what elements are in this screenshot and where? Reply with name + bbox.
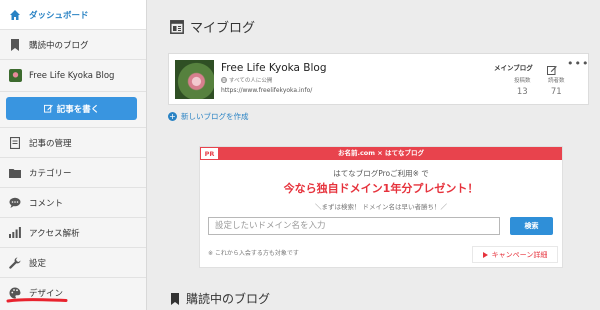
pr-tag: PR <box>200 147 219 160</box>
reading-blogs-title: 購読中のブログ <box>186 292 271 306</box>
sidebar-item-label: コメント <box>29 198 64 209</box>
sidebar-item-blog[interactable]: Free Life Kyoka Blog <box>0 60 146 92</box>
sidebar-item-dashboard[interactable]: ダッシュボード <box>0 0 146 30</box>
folder-icon <box>8 166 22 180</box>
campaign-details-link[interactable]: キャンペーン詳細 <box>472 246 558 263</box>
blog-card: Free Life Kyoka Blog すべての人に公開 https://ww… <box>168 53 589 105</box>
readers-count: 71 <box>550 87 562 97</box>
sidebar-item-label: 設定 <box>29 258 47 269</box>
page-title-text: マイブログ <box>190 21 256 36</box>
posts-count: 13 <box>516 87 528 97</box>
sidebar-item-label: アクセス解析 <box>29 228 80 239</box>
campaign-label: キャンペーン詳細 <box>491 250 548 259</box>
sidebar-item-label: 購読中のブログ <box>29 40 89 51</box>
pr-banner: PR お名前.com × はてなブログ はてなブログProご利用※ で 今なら独… <box>199 146 563 268</box>
home-icon <box>8 8 22 22</box>
pr-headline: 今なら独自ドメイン1年分プレゼント！ <box>283 182 479 195</box>
readers-stat: 読者数 71 <box>548 76 565 97</box>
blog-visibility-text: すべての人に公開 <box>229 78 273 84</box>
main-blog-label: メインブログ <box>494 64 533 72</box>
sidebar-item-categories[interactable]: カテゴリー <box>0 158 146 188</box>
comment-icon <box>8 196 22 210</box>
sidebar-item-label: 記事の管理 <box>29 138 72 149</box>
blog-visibility: すべての人に公開 <box>221 76 272 84</box>
write-article-label: 記事を書く <box>56 104 100 115</box>
readers-label: 読者数 <box>548 78 565 84</box>
sidebar-item-label: ダッシュボード <box>29 10 89 21</box>
sidebar-item-comments[interactable]: コメント <box>0 188 146 218</box>
posts-label: 投稿数 <box>514 78 531 84</box>
blog-name-link[interactable]: Free Life Kyoka Blog <box>221 62 327 74</box>
write-article-button[interactable]: 記事を書く <box>6 97 137 120</box>
document-icon <box>8 136 22 150</box>
more-options-icon[interactable]: ••• <box>567 58 589 69</box>
sidebar-item-label: カテゴリー <box>29 168 72 179</box>
sidebar-item-settings[interactable]: 設定 <box>0 248 146 278</box>
domain-search-input[interactable]: 設定したいドメイン名を入力 <box>208 217 500 235</box>
pr-brand: お名前.com × はてなブログ <box>337 149 425 157</box>
pr-line3: ＼まずは検索！ ドメイン名は早い者勝ち！／ <box>314 203 448 211</box>
pr-header: PR お名前.com × はてなブログ <box>200 147 562 160</box>
red-underline-annotation <box>6 298 68 303</box>
posts-stat: 投稿数 13 <box>514 76 531 97</box>
create-new-blog-label: 新しいブログを作成 <box>181 112 249 121</box>
blog-url-link[interactable]: https://www.freelifekyoka.info/ <box>221 87 312 94</box>
page-title: マイブログ <box>170 17 255 36</box>
edit-icon <box>43 104 53 113</box>
pr-note: ※ これから入会する方も対象です <box>208 250 299 257</box>
sidebar: ダッシュボード 購読中のブログ Free Life Kyoka Blog 記事を… <box>0 0 147 310</box>
sidebar-item-analytics[interactable]: アクセス解析 <box>0 218 146 248</box>
plus-icon: + <box>168 112 177 121</box>
blog-thumbnail[interactable] <box>175 60 214 99</box>
bookmark-icon <box>8 38 22 52</box>
pr-line1: はてなブログProご利用※ で <box>333 169 429 178</box>
bar-chart-icon <box>8 226 22 240</box>
domain-search-button[interactable]: 検索 <box>510 217 553 235</box>
blog-layout-icon <box>170 19 184 34</box>
sidebar-item-articles[interactable]: 記事の管理 <box>0 128 146 158</box>
bookmark-icon <box>171 292 179 305</box>
globe-icon <box>221 77 227 83</box>
sidebar-item-reading[interactable]: 購読中のブログ <box>0 30 146 60</box>
play-triangle-icon <box>482 251 488 258</box>
write-button-wrap: 記事を書く <box>0 92 146 128</box>
wrench-icon <box>8 256 22 270</box>
create-new-blog-link[interactable]: + 新しいブログを作成 <box>168 111 249 122</box>
blog-thumbnail <box>8 69 22 83</box>
reading-blogs-heading: 購読中のブログ <box>170 290 270 307</box>
main-content: マイブログ Free Life Kyoka Blog すべての人に公開 http… <box>148 0 600 310</box>
sidebar-blog-name: Free Life Kyoka Blog <box>29 70 115 81</box>
